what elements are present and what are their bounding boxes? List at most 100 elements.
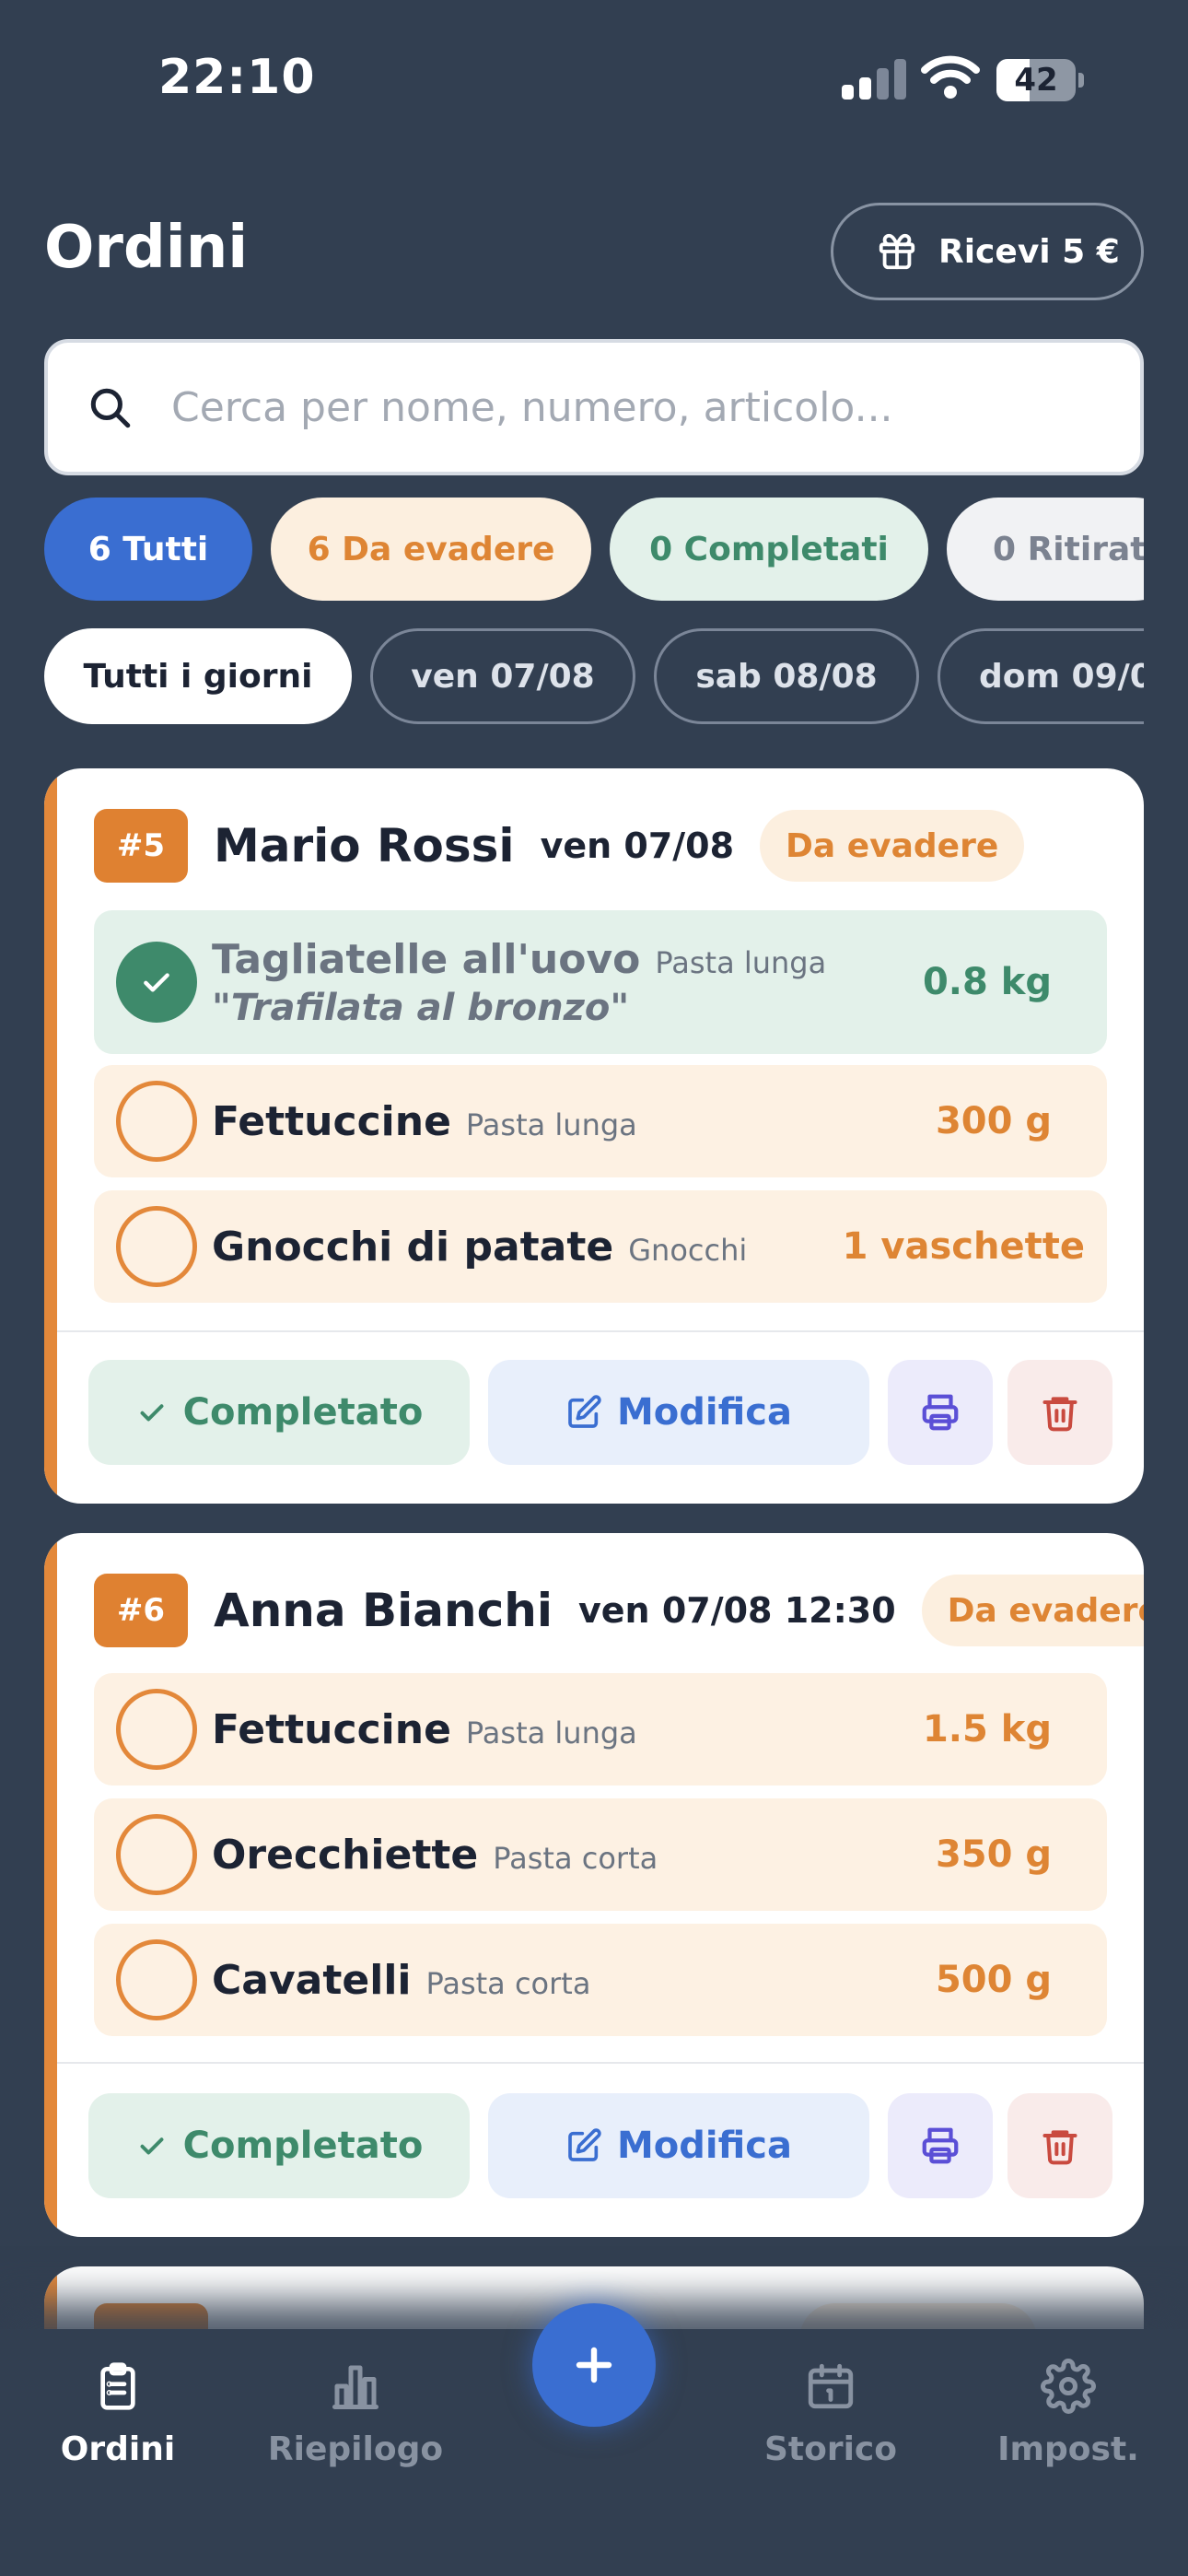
cellular-signal-icon (842, 59, 906, 100)
customer-name: Mario Rossi (214, 819, 515, 872)
tab-label: Ordini (60, 2430, 176, 2468)
plus-icon (576, 2347, 612, 2383)
status-badge: Da evadere (921, 1575, 1144, 1646)
trash-icon (1042, 1397, 1077, 1432)
filter-chip-all[interactable]: 6 Tutti (44, 498, 252, 601)
item-quantity: 350 g (935, 1833, 1052, 1876)
battery-icon: 42 (996, 59, 1084, 101)
customer-name: Anna Bianchi (214, 1584, 553, 1637)
order-card[interactable]: #5 Mario Rossi ven 07/08 Da evadere Tagl… (44, 768, 1144, 1504)
item-check-toggle[interactable] (116, 1689, 197, 1770)
complete-button-label: Completato (182, 2125, 424, 2167)
gift-button-label: Ricevi 5 € (938, 232, 1120, 271)
item-quantity: 500 g (935, 1959, 1052, 2001)
tab-label: Riepilogo (267, 2430, 444, 2468)
battery-level: 42 (1014, 62, 1058, 99)
order-item[interactable]: Tagliatelle all'uovo Pasta lunga "Trafila… (94, 910, 1107, 1054)
wifi-icon (921, 55, 980, 99)
trash-icon (1042, 2130, 1077, 2165)
item-check-toggle[interactable] (116, 1206, 197, 1287)
gift-referral-button[interactable]: Ricevi 5 € (831, 203, 1144, 300)
tab-history[interactable]: Storico (720, 2357, 941, 2468)
bottom-tab-bar: Ordini Riepilogo Storico Impost. (0, 2303, 1188, 2576)
item-note: "Trafilata al bronzo" (212, 986, 630, 1029)
printer-icon (922, 1394, 959, 1431)
item-check-toggle[interactable] (116, 942, 197, 1023)
day-chip-sun[interactable]: dom 09/08 (938, 628, 1144, 724)
order-date: ven 07/08 12:30 (578, 1590, 896, 1631)
order-number-badge: #5 (94, 809, 188, 883)
complete-button[interactable]: Completato (88, 2093, 470, 2198)
day-chip-sat[interactable]: sab 08/08 (654, 628, 919, 724)
order-item[interactable]: Cavatelli Pasta corta 500 g (94, 1924, 1107, 2036)
item-name: Fettuccine (212, 1097, 451, 1145)
tab-orders[interactable]: Ordini (7, 2357, 228, 2468)
tab-settings[interactable]: Impost. (958, 2357, 1179, 2468)
checkmark-icon (140, 1404, 164, 1422)
item-category: Gnocchi (628, 1232, 748, 1268)
order-item[interactable]: Fettuccine Pasta lunga 300 g (94, 1065, 1107, 1177)
search-input[interactable] (171, 383, 1019, 431)
item-name: Gnocchi di patate (212, 1223, 614, 1270)
calendar-icon (808, 2363, 854, 2409)
filter-chip-picked-up[interactable]: 0 Ritirati (947, 498, 1144, 601)
order-header: #6 Anna Bianchi ven 07/08 12:30 Da evade… (94, 1574, 1144, 1647)
item-name: Orecchiette (212, 1831, 479, 1879)
order-item[interactable]: Orecchiette Pasta corta 350 g (94, 1798, 1107, 1911)
clipboard-icon (100, 2362, 135, 2410)
add-order-button[interactable] (532, 2303, 656, 2427)
search-bar[interactable] (44, 339, 1144, 475)
delete-button[interactable] (1007, 1360, 1112, 1465)
item-check-toggle[interactable] (116, 1081, 197, 1162)
item-category: Pasta corta (493, 1840, 658, 1876)
status-time: 22:10 (158, 50, 316, 105)
bar-chart-icon (332, 2365, 379, 2409)
order-header: #5 Mario Rossi ven 07/08 Da evadere (94, 809, 1025, 883)
day-filter-row: Tutti i giorni ven 07/08 sab 08/08 dom 09/0… (44, 628, 1144, 735)
order-card[interactable]: #6 Anna Bianchi ven 07/08 12:30 Da evade… (44, 1533, 1144, 2237)
card-divider (57, 2062, 1144, 2064)
gift-icon (879, 233, 915, 270)
filter-chip-pending[interactable]: 6 Da evadere (271, 498, 591, 601)
checkmark-icon (140, 2137, 164, 2155)
day-chip-all[interactable]: Tutti i giorni (44, 628, 352, 724)
gear-icon (1041, 2359, 1096, 2414)
card-divider (57, 1330, 1144, 1332)
item-quantity: 300 g (935, 1100, 1052, 1142)
tab-summary[interactable]: Riepilogo (245, 2357, 466, 2468)
order-item[interactable]: Fettuccine Pasta lunga 1.5 kg (94, 1673, 1107, 1786)
item-name: Fettuccine (212, 1705, 451, 1753)
item-quantity: 1.5 kg (922, 1708, 1052, 1751)
page-title: Ordini (44, 214, 249, 282)
edit-icon (568, 1395, 601, 1428)
item-quantity: 0.8 kg (922, 961, 1052, 1003)
checkmark-icon (144, 973, 169, 992)
edit-button-label: Modifica (617, 2125, 792, 2167)
print-button[interactable] (888, 1360, 993, 1465)
item-check-toggle[interactable] (116, 1814, 197, 1895)
filter-chip-completed[interactable]: 0 Completati (610, 498, 928, 601)
status-filter-row: 6 Tutti 6 Da evadere 0 Completati 0 Ritirat… (44, 498, 1144, 604)
status-bar: 22:10 42 (0, 0, 1188, 157)
tab-label: Impost. (997, 2430, 1139, 2468)
item-category: Pasta corta (425, 1965, 591, 2001)
tab-label: Storico (763, 2430, 898, 2468)
delete-button[interactable] (1007, 2093, 1112, 2198)
order-item[interactable]: Gnocchi di patate Gnocchi 1 vaschette (94, 1190, 1107, 1303)
order-number-badge: #6 (94, 1574, 188, 1647)
item-name: Tagliatelle all'uovo (212, 935, 641, 983)
item-check-toggle[interactable] (116, 1939, 197, 2020)
complete-button-label: Completato (182, 1391, 424, 1434)
search-icon (90, 388, 131, 428)
edit-button[interactable]: Modifica (488, 1360, 869, 1465)
printer-icon (922, 2127, 959, 2164)
item-name: Cavatelli (212, 1956, 412, 2004)
complete-button[interactable]: Completato (88, 1360, 470, 1465)
day-chip-fri[interactable]: ven 07/08 (370, 628, 635, 724)
status-badge: Da evadere (760, 810, 1025, 882)
edit-icon (568, 2128, 601, 2161)
edit-button[interactable]: Modifica (488, 2093, 869, 2198)
print-button[interactable] (888, 2093, 993, 2198)
edit-button-label: Modifica (617, 1391, 792, 1434)
item-category: Pasta lunga (465, 1715, 637, 1751)
